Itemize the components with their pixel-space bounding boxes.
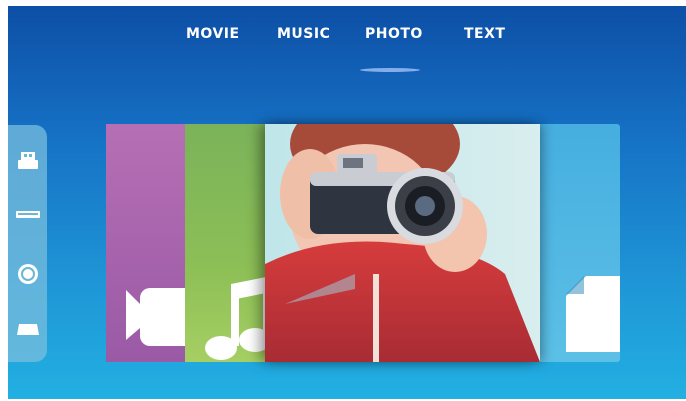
sd-card-icon[interactable] bbox=[16, 203, 40, 227]
text-card[interactable] bbox=[528, 124, 620, 362]
source-sidebar bbox=[8, 125, 47, 362]
usb-drive-icon[interactable] bbox=[16, 149, 40, 173]
photo-card[interactable] bbox=[265, 124, 540, 362]
disc-icon[interactable] bbox=[16, 262, 40, 286]
hard-drive-icon[interactable] bbox=[16, 317, 40, 341]
tab-music[interactable]: MUSIC bbox=[277, 26, 330, 42]
tab-photo[interactable]: PHOTO bbox=[365, 26, 423, 42]
photo-thumbnail bbox=[265, 124, 540, 362]
tab-text[interactable]: TEXT bbox=[464, 26, 505, 42]
tab-movie[interactable]: MOVIE bbox=[186, 26, 240, 42]
top-navigation: MOVIE MUSIC PHOTO TEXT bbox=[8, 26, 686, 56]
media-player-screen: MOVIE MUSIC PHOTO TEXT bbox=[8, 6, 686, 399]
document-icon bbox=[564, 274, 620, 354]
active-tab-indicator bbox=[360, 68, 420, 72]
